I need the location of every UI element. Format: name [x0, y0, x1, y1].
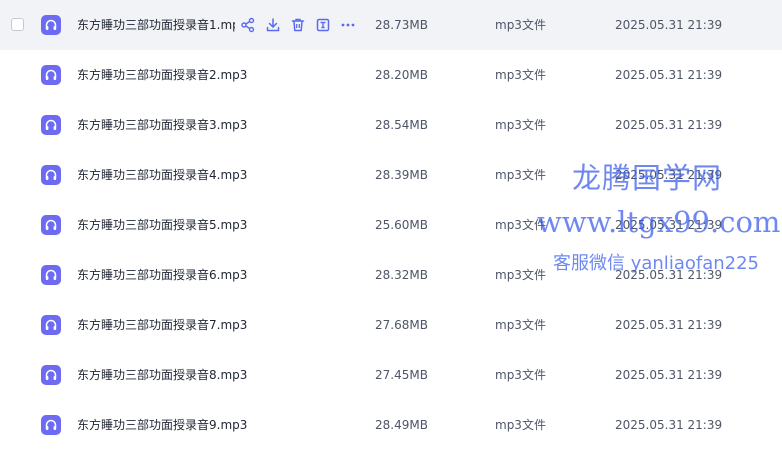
- modified-date: 2025.05.31 21:39: [615, 18, 723, 32]
- file-size: 28.49MB: [375, 418, 428, 432]
- file-type: mp3文件: [495, 368, 546, 382]
- file-name[interactable]: 东方睡功三部功面授录音9.mp3: [77, 417, 247, 433]
- audio-file-icon: [41, 315, 61, 335]
- file-row[interactable]: 东方睡功三部功面授录音7.mp3 27.68MB mp3文件 2025.05.31 2…: [0, 300, 782, 350]
- file-list: 东方睡功三部功面授录音1.mp3 28.73MB mp3文件 2025.05.31 2…: [0, 0, 782, 444]
- modified-date: 2025.05.31 21:39: [615, 218, 723, 232]
- file-row[interactable]: 东方睡功三部功面授录音4.mp3 28.39MB mp3文件 2025.05.31 2…: [0, 150, 782, 200]
- file-row[interactable]: 东方睡功三部功面授录音1.mp3 28.73MB mp3文件 2025.05.31 2…: [0, 0, 782, 50]
- more-icon[interactable]: [339, 16, 357, 34]
- file-size: 28.39MB: [375, 168, 428, 182]
- file-name[interactable]: 东方睡功三部功面授录音3.mp3: [77, 117, 247, 133]
- file-name[interactable]: 东方睡功三部功面授录音7.mp3: [77, 317, 247, 333]
- file-row[interactable]: 东方睡功三部功面授录音2.mp3 28.20MB mp3文件 2025.05.31 2…: [0, 50, 782, 100]
- file-type: mp3文件: [495, 18, 546, 32]
- file-row[interactable]: 东方睡功三部功面授录音3.mp3 28.54MB mp3文件 2025.05.31 2…: [0, 100, 782, 150]
- file-row[interactable]: 东方睡功三部功面授录音6.mp3 28.32MB mp3文件 2025.05.31 2…: [0, 250, 782, 300]
- file-size: 27.45MB: [375, 368, 428, 382]
- file-type: mp3文件: [495, 168, 546, 182]
- file-row[interactable]: 东方睡功三部功面授录音8.mp3 27.45MB mp3文件 2025.05.31 2…: [0, 350, 782, 400]
- file-type: mp3文件: [495, 418, 546, 432]
- file-name[interactable]: 东方睡功三部功面授录音4.mp3: [77, 167, 247, 183]
- trash-icon[interactable]: [289, 16, 307, 34]
- audio-file-icon: [41, 115, 61, 135]
- file-name[interactable]: 东方睡功三部功面授录音8.mp3: [77, 367, 247, 383]
- file-size: 28.73MB: [375, 18, 428, 32]
- select-checkbox[interactable]: [11, 18, 24, 31]
- file-type: mp3文件: [495, 268, 546, 282]
- modified-date: 2025.05.31 21:39: [615, 268, 723, 282]
- audio-file-icon: [41, 15, 61, 35]
- audio-file-icon: [41, 215, 61, 235]
- file-name[interactable]: 东方睡功三部功面授录音6.mp3: [77, 267, 247, 283]
- audio-file-icon: [41, 415, 61, 435]
- audio-file-icon: [41, 265, 61, 285]
- file-size: 28.32MB: [375, 268, 428, 282]
- file-name[interactable]: 东方睡功三部功面授录音5.mp3: [77, 217, 247, 233]
- audio-file-icon: [41, 65, 61, 85]
- file-type: mp3文件: [495, 218, 546, 232]
- file-row[interactable]: 东方睡功三部功面授录音5.mp3 25.60MB mp3文件 2025.05.31 2…: [0, 200, 782, 250]
- rename-icon[interactable]: [314, 16, 332, 34]
- file-size: 28.20MB: [375, 68, 428, 82]
- file-name[interactable]: 东方睡功三部功面授录音1.mp3: [77, 17, 235, 33]
- share-icon[interactable]: [239, 16, 257, 34]
- audio-file-icon: [41, 365, 61, 385]
- modified-date: 2025.05.31 21:39: [615, 168, 723, 182]
- file-row[interactable]: 东方睡功三部功面授录音9.mp3 28.49MB mp3文件 2025.05.31 2…: [0, 400, 782, 450]
- file-name[interactable]: 东方睡功三部功面授录音2.mp3: [77, 67, 247, 83]
- modified-date: 2025.05.31 21:39: [615, 318, 723, 332]
- modified-date: 2025.05.31 21:39: [615, 418, 723, 432]
- modified-date: 2025.05.31 21:39: [615, 118, 723, 132]
- modified-date: 2025.05.31 21:39: [615, 68, 723, 82]
- file-type: mp3文件: [495, 318, 546, 332]
- file-size: 25.60MB: [375, 218, 428, 232]
- modified-date: 2025.05.31 21:39: [615, 368, 723, 382]
- file-type: mp3文件: [495, 68, 546, 82]
- file-size: 28.54MB: [375, 118, 428, 132]
- file-size: 27.68MB: [375, 318, 428, 332]
- file-type: mp3文件: [495, 118, 546, 132]
- download-icon[interactable]: [264, 16, 282, 34]
- audio-file-icon: [41, 165, 61, 185]
